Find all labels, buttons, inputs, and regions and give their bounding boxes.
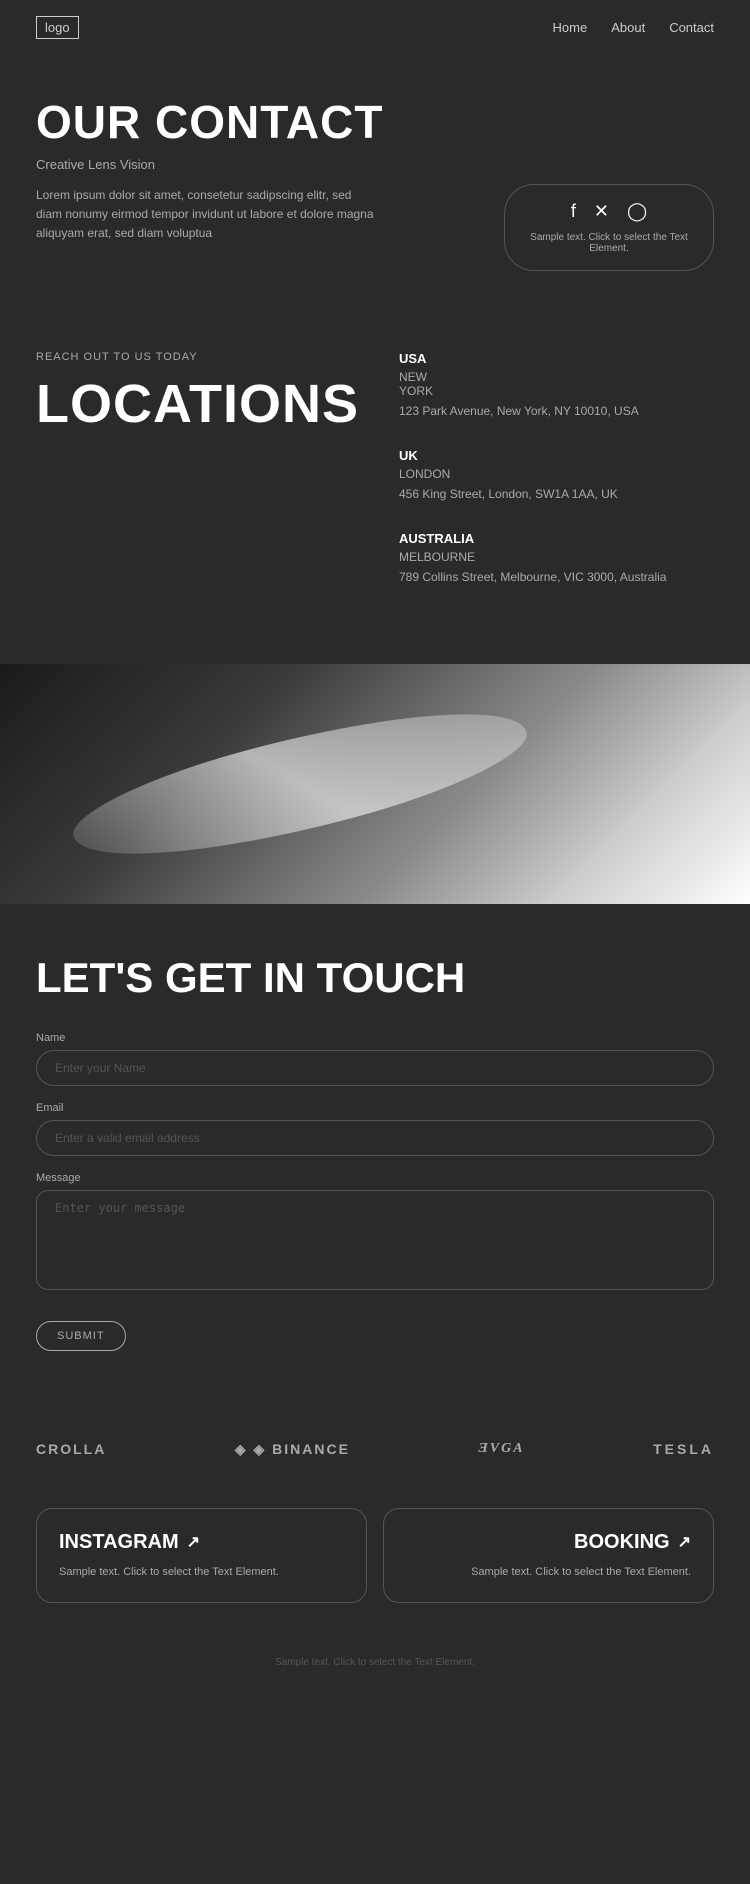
location-australia: AUSTRALIA MELBOURNE 789 Collins Street, … — [399, 531, 714, 586]
name-label: Name — [36, 1032, 714, 1044]
instagram-card[interactable]: INSTAGRAM ↗ Sample text. Click to select… — [36, 1508, 367, 1604]
social-icons: f ✕ ◯ — [571, 201, 647, 222]
email-group: Email — [36, 1102, 714, 1156]
name-input[interactable] — [36, 1050, 714, 1086]
instagram-arrow-icon: ↗ — [187, 1532, 200, 1552]
brand-evga: ƎVGA — [478, 1441, 524, 1457]
contact-title: LET'S GET IN TOUCH — [36, 954, 714, 1002]
location-uk-city: LONDON — [399, 467, 714, 481]
brands-section: CROLLA ◈ BINANCE ƎVGA TESLA — [0, 1391, 750, 1508]
location-au-city: MELBOURNE — [399, 550, 714, 564]
location-usa: USA NEWYORK 123 Park Avenue, New York, N… — [399, 351, 714, 420]
twitter-icon[interactable]: ✕ — [594, 201, 609, 222]
location-au-country: AUSTRALIA — [399, 531, 714, 546]
facebook-icon[interactable]: f — [571, 201, 576, 222]
hero-section: OUR CONTACT Creative Lens Vision Lorem i… — [0, 55, 750, 301]
navigation: logo Home About Contact — [0, 0, 750, 55]
locations-left: REACH OUT TO US TODAY LOCATIONS — [36, 351, 359, 614]
message-group: Message — [36, 1172, 714, 1295]
locations-label: REACH OUT TO US TODAY — [36, 351, 359, 363]
hero-title: OUR CONTACT — [36, 95, 714, 149]
hero-description: Lorem ipsum dolor sit amet, consetetur s… — [36, 186, 376, 244]
hero-subtitle: Creative Lens Vision — [36, 157, 714, 172]
brand-crolla: CROLLA — [36, 1441, 106, 1457]
instagram-card-title: INSTAGRAM ↗ — [59, 1531, 344, 1554]
instagram-card-text: Sample text. Click to select the Text El… — [59, 1564, 344, 1581]
nav-about[interactable]: About — [611, 20, 645, 35]
email-input[interactable] — [36, 1120, 714, 1156]
hero-image — [0, 664, 750, 904]
brand-binance: ◈ BINANCE — [235, 1441, 350, 1458]
booking-card-text: Sample text. Click to select the Text El… — [406, 1564, 691, 1581]
location-uk-address: 456 King Street, London, SW1A 1AA, UK — [399, 485, 714, 503]
location-usa-city: NEWYORK — [399, 370, 714, 398]
nav-links: Home About Contact — [553, 19, 714, 37]
locations-right: USA NEWYORK 123 Park Avenue, New York, N… — [399, 351, 714, 614]
footer-text: Sample text. Click to select the Text El… — [36, 1657, 714, 1668]
location-usa-address: 123 Park Avenue, New York, NY 10010, USA — [399, 402, 714, 420]
email-label: Email — [36, 1102, 714, 1114]
locations-title: LOCATIONS — [36, 373, 359, 435]
locations-section: REACH OUT TO US TODAY LOCATIONS USA NEWY… — [0, 301, 750, 664]
location-au-address: 789 Collins Street, Melbourne, VIC 3000,… — [399, 568, 714, 586]
nav-contact[interactable]: Contact — [669, 20, 714, 35]
booking-card-title: BOOKING ↗ — [406, 1531, 691, 1554]
name-group: Name — [36, 1032, 714, 1086]
location-uk: UK LONDON 456 King Street, London, SW1A … — [399, 448, 714, 503]
message-label: Message — [36, 1172, 714, 1184]
booking-arrow-icon: ↗ — [678, 1532, 691, 1552]
brand-tesla: TESLA — [653, 1441, 714, 1457]
social-box: f ✕ ◯ Sample text. Click to select the T… — [504, 184, 714, 271]
instagram-icon[interactable]: ◯ — [627, 201, 647, 222]
message-input[interactable] — [36, 1190, 714, 1290]
cards-section: INSTAGRAM ↗ Sample text. Click to select… — [0, 1508, 750, 1644]
nav-logo[interactable]: logo — [36, 16, 79, 39]
social-sample-text: Sample text. Click to select the Text El… — [529, 232, 689, 254]
location-uk-country: UK — [399, 448, 714, 463]
nav-home[interactable]: Home — [553, 20, 588, 35]
contact-section: LET'S GET IN TOUCH Name Email Message SU… — [0, 904, 750, 1391]
footer: Sample text. Click to select the Text El… — [0, 1643, 750, 1688]
booking-card[interactable]: BOOKING ↗ Sample text. Click to select t… — [383, 1508, 714, 1604]
location-usa-country: USA — [399, 351, 714, 366]
submit-button[interactable]: SUBMIT — [36, 1321, 126, 1351]
